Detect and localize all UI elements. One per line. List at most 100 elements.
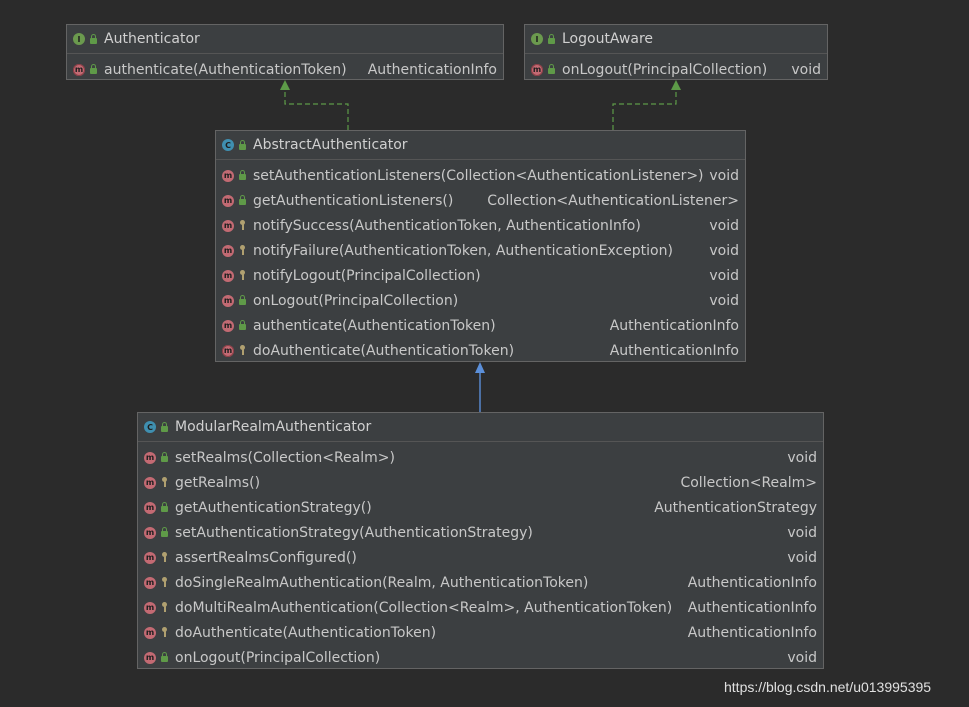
public-visibility-icon <box>238 195 247 206</box>
method-icon: m <box>222 294 234 307</box>
method-row[interactable]: m doAuthenticate(AuthenticationToken) Auth… <box>216 338 745 363</box>
class-header[interactable]: C AbstractAuthenticator <box>216 131 745 160</box>
extends-abstract-link <box>475 362 485 412</box>
method-signature: getAuthenticationStrategy() <box>175 499 372 516</box>
method-icon: m <box>144 551 156 564</box>
return-type: void <box>709 217 739 234</box>
method-row[interactable]: m getAuthenticationListeners() Collection<… <box>216 188 745 213</box>
class-name: Authenticator <box>104 31 200 47</box>
abstract-method-icon: m <box>222 344 234 357</box>
method-signature: notifySuccess(AuthenticationToken, Authe… <box>253 217 641 234</box>
method-icon: m <box>144 451 156 464</box>
public-visibility-icon <box>89 64 98 75</box>
return-type: void <box>709 267 739 284</box>
method-signature: doSingleRealmAuthentication(Realm, Authe… <box>175 574 589 591</box>
method-row[interactable]: m getAuthenticationStrategy() Authenticati… <box>138 495 823 520</box>
return-type: void <box>787 549 817 566</box>
protected-visibility-icon <box>238 345 247 356</box>
public-visibility-icon <box>160 527 169 538</box>
method-icon: m <box>222 319 234 332</box>
public-visibility-icon <box>160 421 169 433</box>
interface-icon: I <box>73 33 85 45</box>
method-icon: m <box>144 476 156 489</box>
class-header[interactable]: I LogoutAware <box>525 25 827 54</box>
protected-visibility-icon <box>160 627 169 638</box>
protected-visibility-icon <box>238 245 247 256</box>
class-name: ModularRealmAuthenticator <box>175 419 372 435</box>
implements-logoutaware-link <box>612 80 681 130</box>
method-signature: doMultiRealmAuthentication(Collection<Re… <box>175 599 673 616</box>
method-row[interactable]: m onLogout(PrincipalCollection) void <box>525 57 827 82</box>
protected-visibility-icon <box>160 577 169 588</box>
class-box-modularrealmauthenticator[interactable]: C ModularRealmAuthenticator m setRealms(Col… <box>137 412 824 669</box>
method-icon: m <box>144 626 156 639</box>
method-row[interactable]: m setRealms(Collection<Realm>) void <box>138 445 823 470</box>
method-icon: m <box>222 219 234 232</box>
class-header[interactable]: C ModularRealmAuthenticator <box>138 413 823 442</box>
public-visibility-icon <box>547 64 556 75</box>
method-icon: m <box>144 576 156 589</box>
class-box-abstractauthenticator[interactable]: C AbstractAuthenticator m setAuthentication… <box>215 130 746 362</box>
return-type: void <box>787 524 817 541</box>
class-box-authenticator[interactable]: I Authenticator m authenticate(Authenticati… <box>66 24 504 80</box>
protected-visibility-icon <box>238 220 247 231</box>
return-type: Collection<AuthenticationListener> <box>487 192 739 209</box>
method-icon: m <box>222 169 234 182</box>
public-visibility-icon <box>160 502 169 513</box>
return-type: Collection<Realm> <box>680 474 817 491</box>
public-visibility-icon <box>160 652 169 663</box>
method-row[interactable]: m assertRealmsConfigured() void <box>138 545 823 570</box>
return-type: void <box>787 649 817 666</box>
return-type: AuthenticationInfo <box>687 599 817 616</box>
return-type: AuthenticationInfo <box>609 317 739 334</box>
class-name: AbstractAuthenticator <box>253 137 408 153</box>
public-visibility-icon <box>238 320 247 331</box>
method-icon: m <box>144 501 156 514</box>
method-row[interactable]: m onLogout(PrincipalCollection) void <box>216 288 745 313</box>
method-signature: onLogout(PrincipalCollection) <box>562 61 768 78</box>
method-row[interactable]: m doMultiRealmAuthentication(Collection<R… <box>138 595 823 620</box>
public-visibility-icon <box>547 33 556 45</box>
class-icon: C <box>144 421 156 433</box>
method-row[interactable]: m setAuthenticationListeners(Collection<A… <box>216 163 745 188</box>
method-row[interactable]: m authenticate(AuthenticationToken) Authen… <box>67 57 503 82</box>
method-signature: setAuthenticationStrategy(Authentication… <box>175 524 533 541</box>
public-visibility-icon <box>89 33 98 45</box>
method-signature: getAuthenticationListeners() <box>253 192 454 209</box>
method-row[interactable]: m notifySuccess(AuthenticationToken, Auth… <box>216 213 745 238</box>
return-type: AuthenticationStrategy <box>654 499 817 516</box>
implements-authenticator-link <box>280 80 349 130</box>
protected-visibility-icon <box>238 270 247 281</box>
method-row[interactable]: m notifyFailure(AuthenticationToken, Auth… <box>216 238 745 263</box>
class-box-logoutaware[interactable]: I LogoutAware m onLogout(PrincipalCollectio… <box>524 24 828 80</box>
return-type: void <box>709 167 739 184</box>
class-name: LogoutAware <box>562 31 654 47</box>
abstract-method-icon: m <box>531 63 543 76</box>
public-visibility-icon <box>238 295 247 306</box>
class-header[interactable]: I Authenticator <box>67 25 503 54</box>
method-row[interactable]: m getRealms() Collection<Realm> <box>138 470 823 495</box>
method-row[interactable]: m onLogout(PrincipalCollection) void <box>138 645 823 670</box>
return-type: void <box>709 292 739 309</box>
method-row[interactable]: m doSingleRealmAuthentication(Realm, Auth… <box>138 570 823 595</box>
method-row[interactable]: m authenticate(AuthenticationToken) Authen… <box>216 313 745 338</box>
public-visibility-icon <box>238 170 247 181</box>
method-row[interactable]: m notifyLogout(PrincipalCollection) void <box>216 263 745 288</box>
return-type: void <box>787 449 817 466</box>
method-row[interactable]: m setAuthenticationStrategy(Authenticatio… <box>138 520 823 545</box>
protected-visibility-icon <box>160 552 169 563</box>
return-type: AuthenticationInfo <box>609 342 739 359</box>
method-icon: m <box>144 601 156 614</box>
method-signature: authenticate(AuthenticationToken) <box>253 317 496 334</box>
watermark: https://blog.csdn.net/u013995395 <box>724 679 932 695</box>
method-signature: doAuthenticate(AuthenticationToken) <box>175 624 437 641</box>
method-row[interactable]: m doAuthenticate(AuthenticationToken) Auth… <box>138 620 823 645</box>
member-list: m setAuthenticationListeners(Collection<A… <box>216 160 745 363</box>
method-signature: getRealms() <box>175 474 261 491</box>
method-icon: m <box>222 269 234 282</box>
member-list: m onLogout(PrincipalCollection) void <box>525 54 827 82</box>
method-signature: doAuthenticate(AuthenticationToken) <box>253 342 515 359</box>
class-icon: C <box>222 139 234 151</box>
method-signature: setAuthenticationListeners(Collection<Au… <box>253 167 704 184</box>
method-signature: notifyFailure(AuthenticationToken, Authe… <box>253 242 673 259</box>
